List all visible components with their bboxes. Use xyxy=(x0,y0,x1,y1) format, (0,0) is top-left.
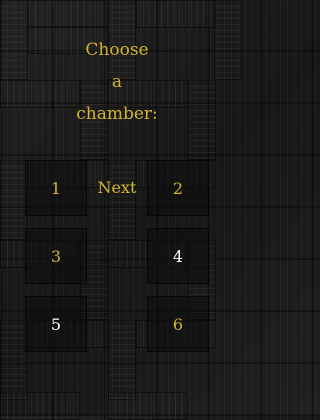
chamber-2-label: 2 xyxy=(172,178,184,198)
chamber-1-label: 1 xyxy=(50,178,62,198)
next-button[interactable]: Next xyxy=(86,176,148,200)
chamber-2-button[interactable]: 2 xyxy=(147,160,209,216)
chamber-1-button[interactable]: 1 xyxy=(25,160,87,216)
chamber-6-button[interactable]: 6 xyxy=(147,296,209,352)
chamber-6-label: 6 xyxy=(172,314,184,334)
chamber-4-button[interactable]: 4 xyxy=(147,228,209,284)
title-line-1: Choose xyxy=(85,40,149,60)
title-line-3: chamber: xyxy=(76,104,158,124)
chamber-5-label: 5 xyxy=(50,314,62,334)
title-line-2: a xyxy=(111,72,123,92)
screen-title: Choose a chamber: xyxy=(0,34,234,130)
chamber-5-button[interactable]: 5 xyxy=(25,296,87,352)
chamber-4-label: 4 xyxy=(172,246,184,266)
chamber-3-button[interactable]: 3 xyxy=(25,228,87,284)
chamber-3-label: 3 xyxy=(50,246,62,266)
